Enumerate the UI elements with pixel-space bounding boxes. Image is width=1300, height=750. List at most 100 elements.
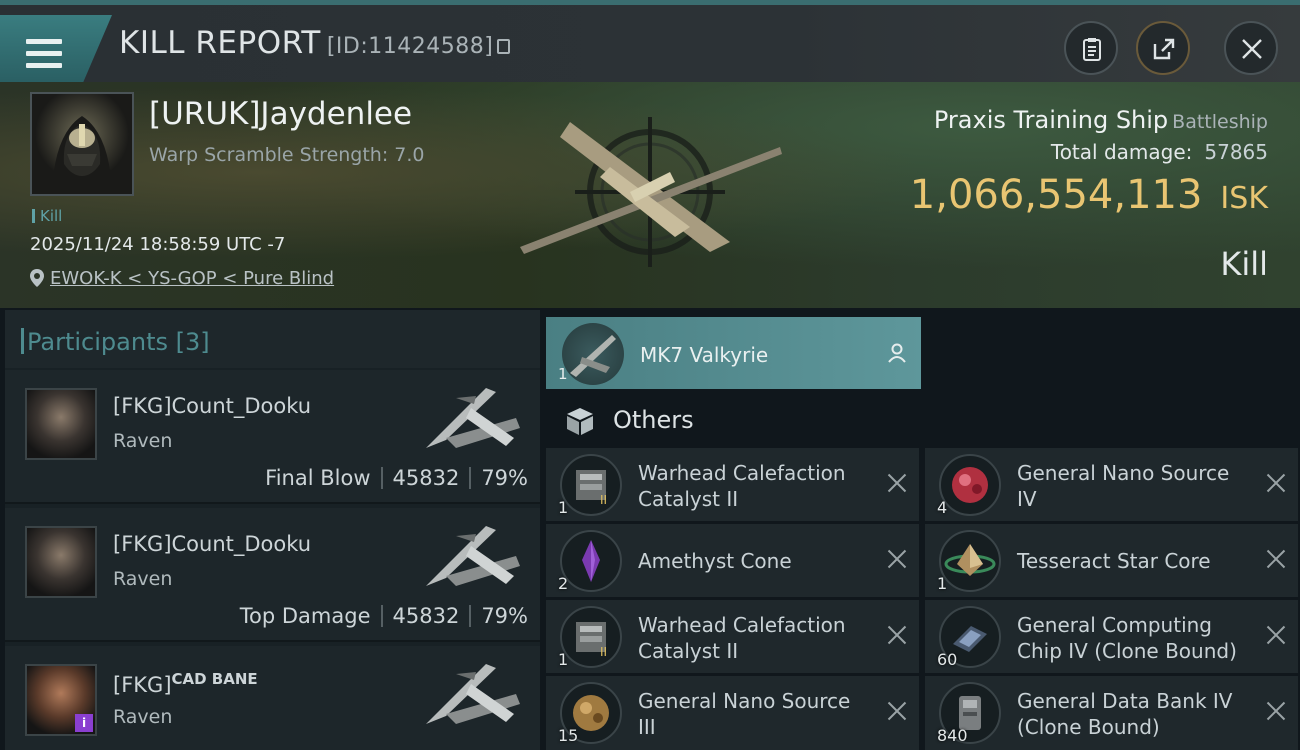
raven-ship-icon: [426, 526, 520, 586]
stat-percent: 79%: [481, 466, 528, 490]
location-pin-icon: [30, 269, 44, 287]
title-text: KILL REPORT: [119, 25, 321, 61]
item-qty: 840: [937, 726, 968, 745]
victim-name[interactable]: [URUK]Jaydenlee: [149, 96, 412, 132]
item-row[interactable]: 2 Amethyst Cone: [546, 524, 919, 597]
close-icon: [887, 625, 907, 645]
warhead-icon: II: [560, 606, 622, 668]
copy-icon[interactable]: [497, 39, 511, 54]
item-row[interactable]: 4 General Nano Source IV: [925, 448, 1298, 521]
item-row[interactable]: 1 Tesseract Star Core: [925, 524, 1298, 597]
participant-stats: Final Blow 45832 79%: [265, 466, 528, 490]
ship-name-text: Praxis Training Ship: [933, 106, 1169, 134]
ship-class: Battleship: [1172, 111, 1268, 133]
victim-portrait[interactable]: [30, 92, 134, 196]
clipboard-icon: [1083, 38, 1101, 61]
participant-name-sup: CAD BANE: [171, 670, 258, 688]
location-link[interactable]: EWOK-K < YS-GOP < Pure Blind: [30, 268, 334, 289]
isk-amount: 1,066,554,113: [909, 172, 1203, 218]
close-button[interactable]: [1224, 21, 1278, 75]
helmet-portrait-icon: [52, 116, 112, 194]
item-name: Warhead Calefaction Catalyst II: [638, 613, 846, 663]
isk-value: 1,066,554,113 ISK: [910, 172, 1268, 218]
svg-text:II: II: [600, 493, 607, 507]
isk-unit: ISK: [1220, 181, 1268, 216]
participant-ship: Raven: [113, 430, 173, 452]
raven-ship-icon: [426, 388, 520, 448]
item-qty: 60: [937, 650, 958, 669]
participant-name: [FKG]CAD BANE: [113, 670, 258, 697]
close-icon: [887, 549, 907, 569]
item-name: Tesseract Star Core: [1017, 549, 1211, 573]
cube-icon: [567, 408, 593, 435]
avatar[interactable]: [25, 526, 97, 598]
kill-tag: Kill: [32, 207, 62, 225]
total-damage-label: Total damage:: [1050, 140, 1193, 164]
participant-name: [FKG]Count_Dooku: [113, 394, 312, 418]
crystal-icon: [560, 530, 622, 592]
participants-title: Participants [3]: [21, 328, 210, 356]
close-icon: [887, 473, 907, 493]
item-name: General Nano Source IV: [1017, 461, 1230, 511]
item-qty: 1: [937, 574, 948, 593]
item-row[interactable]: 840 General Data Bank IV (Clone Bound): [925, 676, 1298, 750]
menu-button[interactable]: [0, 15, 112, 83]
kill-datetime: 2025/11/24 18:58:59 UTC -7: [30, 234, 286, 255]
participant-ship: Raven: [113, 706, 173, 728]
item-name: General Nano Source III: [638, 689, 851, 739]
page-title: KILL REPORT [ID:11424588]: [119, 25, 511, 61]
victim-ship-name[interactable]: Praxis Training Ship Battleship: [934, 106, 1268, 134]
pilot-icon[interactable]: [887, 343, 907, 363]
menu-icon: [26, 39, 62, 69]
close-icon: [1266, 549, 1286, 569]
item-name: General Computing Chip IV (Clone Bound): [1017, 613, 1237, 663]
svg-text:II: II: [600, 645, 607, 659]
stat-label: Top Damage: [239, 604, 371, 628]
report-id: [ID:11424588]: [326, 34, 494, 59]
item-qty: 4: [937, 498, 948, 517]
victim-ship-image: [520, 117, 782, 267]
close-icon: [1266, 701, 1286, 721]
others-title: Others: [613, 406, 694, 434]
close-icon: [887, 701, 907, 721]
info-badge-icon: i: [75, 714, 93, 732]
item-qty: 1: [558, 650, 569, 669]
participant-card[interactable]: i [FKG]CAD BANE Raven: [5, 646, 540, 750]
stat-label: Final Blow: [265, 466, 371, 490]
victim-banner: [URUK]Jaydenlee Warp Scramble Strength: …: [0, 82, 1300, 308]
participants-header: Participants [3]: [5, 310, 540, 368]
item-row[interactable]: II 1 Warhead Calefaction Catalyst II: [546, 448, 919, 521]
item-row[interactable]: II 1 Warhead Calefaction Catalyst II: [546, 600, 919, 673]
stat-percent: 79%: [481, 604, 528, 628]
stat-damage: 45832: [392, 604, 460, 628]
raven-ship-icon: [426, 664, 520, 724]
result-label: Kill: [1220, 245, 1268, 283]
item-row[interactable]: 15 General Nano Source III: [546, 676, 919, 750]
star-core-icon: [939, 530, 1001, 592]
item-name: General Data Bank IV (Clone Bound): [1017, 689, 1233, 739]
close-icon: [1266, 473, 1286, 493]
close-icon: [1242, 39, 1262, 59]
item-qty: 15: [558, 726, 579, 745]
clipboard-button[interactable]: [1064, 21, 1118, 75]
valkyrie-ship-icon: [562, 323, 624, 385]
participant-card[interactable]: [FKG]Count_Dooku Raven Final Blow 45832 79…: [5, 370, 540, 504]
item-qty: 1: [558, 498, 569, 517]
total-damage: Total damage: 57865: [1051, 140, 1268, 164]
total-damage-value: 57865: [1204, 140, 1268, 164]
ship-name: MK7 Valkyrie: [640, 343, 769, 367]
stat-damage: 45832: [392, 466, 460, 490]
participant-stats: Top Damage 45832 79%: [240, 604, 528, 628]
avatar[interactable]: i: [25, 664, 97, 736]
participant-card[interactable]: [FKG]Count_Dooku Raven Top Damage 45832 79…: [5, 508, 540, 642]
item-row[interactable]: 60 General Computing Chip IV (Clone Boun…: [925, 600, 1298, 673]
avatar[interactable]: [25, 388, 97, 460]
participant-name: [FKG]Count_Dooku: [113, 532, 312, 556]
selected-ship-row[interactable]: 1 MK7 Valkyrie: [546, 317, 921, 389]
share-button[interactable]: [1136, 21, 1190, 75]
warp-scramble-strength: Warp Scramble Strength: 7.0: [149, 144, 425, 166]
participants-count: [3]: [175, 328, 210, 356]
share-icon: [1153, 38, 1175, 60]
participant-ship: Raven: [113, 568, 173, 590]
item-name: Amethyst Cone: [638, 549, 792, 573]
